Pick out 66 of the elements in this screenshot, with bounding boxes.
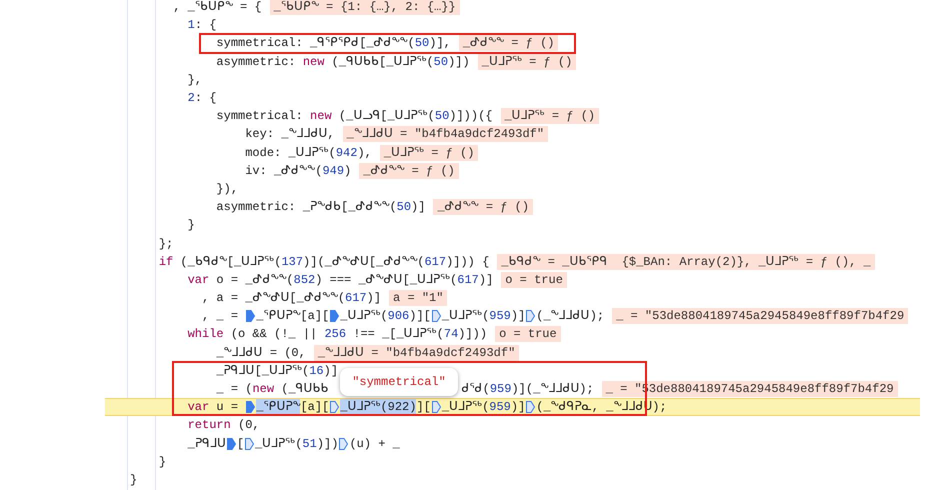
- code-text: ᑯᕐᑯ(959)](_ᖕᒧᒧᑯᑌ);: [462, 381, 594, 398]
- code-text: var u =: [188, 399, 240, 416]
- code-text: [a][: [300, 399, 330, 416]
- inline-value: _ᕷᑯᖕᖕ = ƒ (): [433, 199, 534, 216]
- code-text: _ᑌᒧᕈᖅ(51)]): [255, 436, 338, 452]
- code-text: },: [188, 72, 202, 88]
- code-text: asymmetric: new (_ᑫᑌᑲᑲ[_ᑌᒧᕈᖅ(50)]): [216, 54, 470, 70]
- code-text: , _ᖃᑌᑭᖕ = {: [173, 0, 262, 16]
- inline-value: _ᖃᑌᑭᖕ = {1: {…}, 2: {…}}: [270, 0, 460, 16]
- code-text: , a = _ᕷᖕᕷᑌ[_ᕷᑯᖕᖕ(617)]: [202, 290, 382, 306]
- code-text: asymmetric: _ᕈᖕᑯᑲ[_ᕷᑯᖕᖕ(50)]: [216, 199, 426, 216]
- step-marker-icon[interactable]: [432, 401, 441, 414]
- inline-value: _ᖕᒧᒧᑯᑌ = "b4fb4a9dcf2493df": [342, 126, 548, 142]
- inline-value: _ᑌᒧᕈᖅ = ƒ (): [500, 108, 600, 124]
- step-marker-icon[interactable]: [526, 310, 536, 322]
- inline-value: _ᑲᑫᑯᖕ = _ᑌᑲᕿᑫ {$_BAn: Array(2)}, _ᑌᒧᕈᖅ = ƒ (), _: [497, 254, 875, 270]
- selected-code: _ᑌᒧᕈᖅ(922): [340, 399, 416, 416]
- code-text: var o = _ᕷᑯᖕᖕ(852) === _ᕷᖕᕷᑌ[_ᑌᒧᕈᖅ(617)]: [188, 272, 494, 288]
- code-text: _ᑌᒧᕈᖅ(959)]: [442, 308, 526, 324]
- step-marker-icon[interactable]: [526, 401, 536, 414]
- code-text: ][: [416, 399, 431, 416]
- code-text: [: [236, 436, 244, 452]
- code-text: _ᕿᑌᕈᖕ[a][: [256, 308, 330, 324]
- code-text: while (o && (!_ || 256 !== _[_ᑌᒧᕈᖅ(74)])): [188, 326, 488, 342]
- code-text: key: _ᖕᒧᒧᑯᑌ,: [245, 126, 335, 142]
- code-text: iv: _ᕷᑯᖕᖕ(949): [245, 162, 352, 179]
- code-text: mode: _ᑌᒧᕈᖅ(942),: [245, 144, 372, 161]
- code-text: , _ =: [202, 308, 240, 324]
- code-text: _ᑌᒧᕈᖅ(959)]: [442, 399, 526, 416]
- code-text: (u) + _: [349, 436, 400, 452]
- code-text: _ᑌᒧᕈᖅ(906)][: [340, 308, 431, 324]
- inline-value: a = "1": [389, 290, 448, 306]
- code-text: }: [188, 217, 195, 234]
- step-marker-icon[interactable]: [330, 310, 340, 322]
- step-marker-icon[interactable]: [339, 438, 348, 450]
- step-marker-icon[interactable]: [246, 310, 256, 322]
- code-text: };: [158, 236, 174, 252]
- code-text: }: [130, 472, 138, 488]
- code-text: 1: {: [188, 17, 216, 34]
- code-text: symmetrical: new (_ᑌᓗᑫ[_ᑌᒧᕈᖅ(50)]))({: [216, 108, 492, 124]
- inline-value: _ᕷᑯᖕᖕ = ƒ (): [458, 35, 558, 52]
- inline-value: _ᑌᒧᕈᖅ = ƒ (): [478, 54, 576, 70]
- inline-value: _ᕷᑯᖕᖕ = ƒ (): [359, 162, 459, 179]
- code-text: }),: [216, 180, 238, 197]
- step-marker-icon[interactable]: [245, 438, 254, 450]
- code-text: _ᕈᑫᒧᑌ: [188, 436, 226, 452]
- step-marker-icon[interactable]: [246, 401, 256, 414]
- code-text: 2: {: [188, 90, 216, 106]
- hover-tooltip: "symmetrical": [340, 368, 458, 396]
- selected-code: _ᕿᑌᕈᖕ: [256, 399, 300, 416]
- code-text: return (0,: [188, 417, 260, 434]
- code-text: _ᕈᑫᒧᑌ[_ᑌᒧᕈᖅ(16)]: [216, 362, 338, 379]
- inline-value: _ᑌᒧᕈᖅ = ƒ (): [380, 144, 478, 161]
- inline-value: _ᖕᒧᒧᑯᑌ = "b4fb4a9dcf2493df": [314, 344, 520, 361]
- step-marker-icon[interactable]: [432, 310, 441, 322]
- inline-value: _ = "53de8804189745a2945849e8ff89f7b4f29: [612, 308, 908, 324]
- code-text: if (_ᑲᑫᑯᖕ[_ᑌᒧᕈᖅ(137)](_ᕷᖕᕷᑌ[_ᕷᑯᖕᖕ(617)])) {: [158, 254, 490, 270]
- inline-value: o = true: [495, 326, 561, 342]
- code-text: (_ᖕᒧᒧᑯᑌ);: [536, 308, 604, 324]
- step-marker-icon[interactable]: [330, 401, 340, 414]
- step-marker-icon[interactable]: [226, 438, 236, 450]
- code-text: _ᖕᒧᒧᑯᑌ = (0,: [216, 344, 306, 361]
- code-text: _ = (new (_ᑫᑌᑲᑲ: [216, 381, 329, 398]
- code-text: }: [158, 454, 166, 470]
- code-text: symmetrical: _ᑫᕿᕿᑯ[_ᕷᑯᖕᖕ(50)],: [216, 35, 451, 52]
- inline-value: o = true: [501, 272, 567, 288]
